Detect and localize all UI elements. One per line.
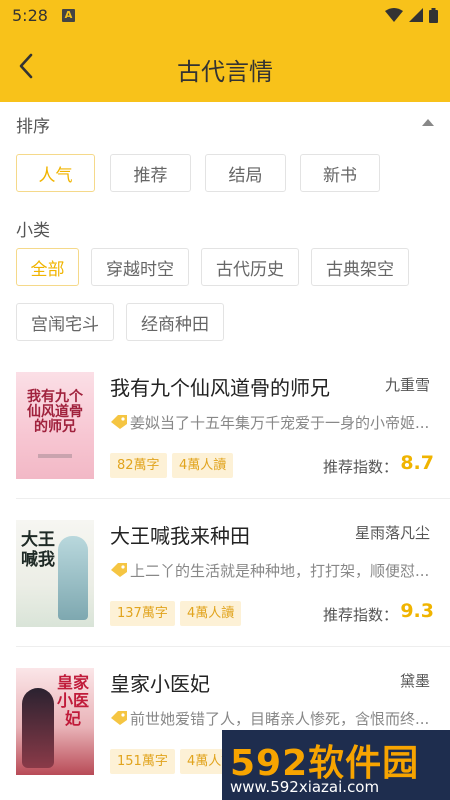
sort-label: 排序 bbox=[16, 117, 50, 137]
book-item[interactable]: 大王喊我 大王喊我来种田 星雨落凡尘 上二丫的生活就是种种地，打打架，顺便怼..… bbox=[0, 498, 450, 646]
category-tag-palace-intrigue[interactable]: 宫闱宅斗 bbox=[16, 303, 114, 341]
score-value: 8.7 bbox=[400, 452, 434, 474]
book-author: 黛墨 bbox=[399, 672, 430, 690]
book-item[interactable]: 我有九个仙风道骨的师兄 我有九个仙风道骨的师兄 九重雪 姜姒当了十五年集万千宠爱… bbox=[0, 350, 450, 498]
word-count-badge: 137萬字 bbox=[110, 601, 175, 626]
book-description: 上二丫的生活就是种种地，打打架，顺便怼... bbox=[130, 562, 430, 580]
book-author: 九重雪 bbox=[384, 376, 430, 394]
sort-tag-popularity[interactable]: 人气 bbox=[16, 154, 95, 192]
category-tag-fantasy-ancient[interactable]: 古典架空 bbox=[311, 248, 409, 286]
score-label: 推荐指数： bbox=[322, 458, 398, 476]
book-cover-title: 我有九个仙风道骨的师兄 bbox=[27, 389, 83, 435]
word-count-badge: 151萬字 bbox=[110, 749, 175, 774]
category-tag-time-travel[interactable]: 穿越时空 bbox=[91, 248, 189, 286]
word-count-badge: 82萬字 bbox=[110, 453, 167, 478]
book-title[interactable]: 皇家小医妃 bbox=[110, 668, 210, 697]
notification-icon: A bbox=[61, 8, 75, 22]
book-title[interactable]: 大王喊我来种田 bbox=[110, 520, 250, 549]
book-cover[interactable]: 皇家小医妃 bbox=[16, 668, 94, 775]
page-title: 古代言情 bbox=[177, 58, 273, 86]
watermark-logo: 592软件园 www.592xiazai.com bbox=[222, 730, 450, 800]
book-description: 姜姒当了十五年集万千宠爱于一身的小帝姬... bbox=[130, 414, 430, 432]
category-tag-farming-business[interactable]: 经商种田 bbox=[126, 303, 224, 341]
readers-badge: 4萬人讀 bbox=[180, 601, 242, 626]
book-description: 前世她爱错了人，目睹亲人惨死，含恨而终... bbox=[130, 710, 430, 728]
battery-icon bbox=[429, 7, 438, 23]
wifi-icon bbox=[385, 8, 403, 22]
category-tag-ancient-history[interactable]: 古代历史 bbox=[201, 248, 299, 286]
book-author: 星雨落凡尘 bbox=[354, 524, 430, 542]
book-cover[interactable]: 大王喊我 bbox=[16, 520, 94, 627]
score-value: 9.3 bbox=[400, 600, 434, 622]
filter-panel: 排序 人气 推荐 结局 新书 小类 全部 穿越时空 古代历史 古典架空 宫闱宅斗… bbox=[0, 102, 450, 350]
app-header: 古代言情 bbox=[0, 30, 450, 102]
category-label: 小类 bbox=[16, 221, 50, 241]
status-bar: 5:28 A bbox=[0, 0, 450, 30]
sort-tag-new[interactable]: 新书 bbox=[300, 154, 380, 192]
book-cover-title: 大王喊我 bbox=[21, 530, 55, 570]
sort-tag-recommended[interactable]: 推荐 bbox=[110, 154, 191, 192]
book-cover[interactable]: 我有九个仙风道骨的师兄 bbox=[16, 372, 94, 479]
status-time: 5:28 bbox=[12, 5, 48, 25]
book-cover-title: 皇家小医妃 bbox=[56, 673, 89, 728]
score-label: 推荐指数： bbox=[322, 606, 398, 624]
sort-tag-completed[interactable]: 结局 bbox=[205, 154, 286, 192]
book-title[interactable]: 我有九个仙风道骨的师兄 bbox=[110, 372, 330, 401]
readers-badge: 4萬人讀 bbox=[172, 453, 234, 478]
category-tag-all[interactable]: 全部 bbox=[16, 248, 79, 286]
watermark-url: www.592xiazai.com bbox=[230, 778, 380, 796]
collapse-arrow-icon[interactable] bbox=[422, 119, 434, 126]
signal-icon bbox=[409, 8, 423, 22]
